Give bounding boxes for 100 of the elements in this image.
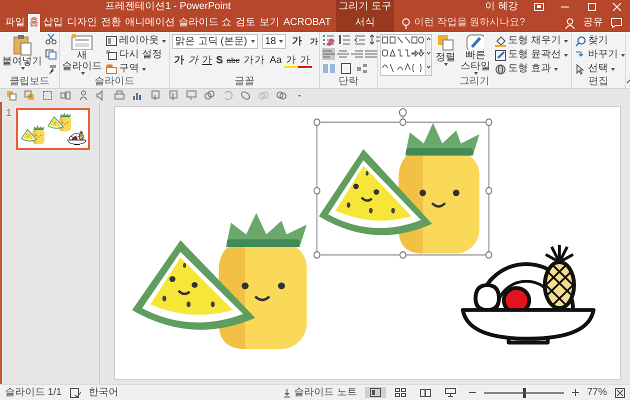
align-icon[interactable] [60, 90, 71, 101]
person-icon [565, 18, 575, 28]
ribbon-tab[interactable]: 서식 [336, 14, 394, 32]
shrink-font-button[interactable]: 가 [308, 34, 320, 49]
quick-styles-button[interactable]: 빠른 스타일 [459, 34, 492, 75]
monitor-icon[interactable] [186, 90, 197, 101]
scissors-icon[interactable] [45, 34, 57, 45]
user-name: 이 혜강 [485, 0, 518, 14]
shape-outline-button[interactable]: 도형 윤곽선 [494, 48, 569, 62]
select-button[interactable]: 선택 [574, 62, 626, 76]
group-label: 그리기 [458, 76, 490, 88]
link-icon[interactable] [276, 90, 287, 101]
ribbon-tab[interactable]: 애니메이션 [124, 14, 176, 32]
font-name-field[interactable]: 맑은 고딕 (본문) [172, 34, 258, 49]
comment-icon[interactable] [611, 18, 622, 28]
send-backward-icon[interactable] [168, 90, 179, 101]
caret-icon [80, 72, 84, 75]
grow-font-button[interactable]: 가 [290, 34, 304, 49]
fit-to-window-icon[interactable] [615, 388, 625, 398]
selection-icon[interactable] [42, 90, 53, 101]
underline-button[interactable]: 가 [200, 53, 214, 68]
smartart-icon[interactable] [356, 63, 368, 74]
slide-count: 슬라이드 1/1 [5, 386, 62, 398]
caret-icon [162, 40, 166, 42]
center-icon[interactable] [336, 48, 349, 60]
shadow-button[interactable]: S [214, 53, 225, 68]
reset-button[interactable]: 다시 설정 [105, 48, 167, 62]
window-title: 프레젠테이션1 - PowerPoint [105, 0, 231, 14]
ribbon-tab[interactable]: 슬라이드 쇼 [178, 14, 232, 32]
link-icon[interactable] [204, 90, 215, 101]
share-button[interactable]: 공유 [583, 17, 603, 29]
pencil-icon [495, 50, 506, 60]
ribbon-tab[interactable]: 디자인 [66, 14, 98, 32]
line-spacing-icon[interactable] [370, 34, 382, 45]
decrease-indent-icon[interactable] [354, 34, 366, 45]
caret-icon [251, 40, 255, 43]
section-button[interactable]: 구역 [105, 62, 167, 76]
normal-view-icon[interactable] [364, 387, 386, 398]
zoom-slider-thumb[interactable] [522, 388, 526, 398]
font-color-button[interactable]: 가 [298, 53, 312, 68]
spelling-check-icon[interactable] [70, 388, 81, 398]
selection-frame[interactable] [313, 108, 492, 259]
context-tab-group-label: 그리기 도구 [336, 0, 394, 14]
arrange-button[interactable]: 정렬 [435, 34, 456, 66]
ribbon-tab[interactable]: 전환 [100, 14, 122, 32]
person-icon[interactable] [78, 90, 89, 101]
bold-button[interactable]: 가 [172, 53, 186, 68]
slide-preview-drawing [20, 125, 44, 144]
reset-icon [106, 50, 117, 60]
section-icon [106, 64, 117, 74]
close-icon[interactable] [612, 3, 622, 11]
oval-icon[interactable] [240, 90, 251, 101]
highlight-button[interactable]: 가 [284, 53, 298, 68]
italic-button[interactable]: 가 [186, 53, 200, 68]
copy-icon[interactable] [45, 49, 57, 60]
layers-icon[interactable] [6, 90, 17, 101]
group-label: 편집 [588, 76, 610, 88]
numbered-list-icon[interactable] [338, 34, 350, 45]
caret-icon [554, 68, 558, 70]
caret-icon [279, 40, 283, 43]
tell-me-field[interactable]: 이런 작업을 원하시나요? [414, 17, 544, 29]
change-case-button[interactable]: Aa [268, 53, 284, 68]
text-direction-icon[interactable] [340, 63, 352, 74]
restore-icon[interactable] [586, 3, 596, 11]
caret-icon [621, 54, 625, 56]
ribbon-tab[interactable]: 검토 [234, 14, 256, 32]
chart-icon[interactable] [132, 90, 143, 101]
shape-fill-button[interactable]: 도형 채우기 [494, 34, 569, 48]
align-left-icon[interactable] [322, 48, 335, 60]
find-button[interactable]: 찾기 [574, 34, 626, 48]
bring-forward-icon[interactable] [150, 90, 161, 101]
ribbon-tab[interactable]: 삽입 [42, 14, 64, 32]
font-size-field[interactable]: 18 [262, 34, 286, 49]
justify-icon[interactable] [364, 48, 377, 60]
slide-thumbnail[interactable] [16, 108, 90, 150]
layers-icon[interactable] [24, 90, 35, 101]
character-spacing-button[interactable]: 가가 [242, 53, 268, 68]
zoom-level[interactable]: 77% [586, 386, 607, 398]
caret-icon [20, 67, 24, 70]
align-right-icon[interactable] [350, 48, 363, 60]
layout-button[interactable]: 레이아웃 [105, 34, 167, 48]
caret-icon [142, 68, 146, 70]
group-label: 글꼴 [234, 76, 256, 88]
language[interactable]: 한국어 [88, 386, 119, 398]
paste-button[interactable]: 붙여넣기 [2, 34, 42, 70]
replace-button[interactable]: 바꾸기 [574, 48, 626, 62]
ribbon-display-icon[interactable] [534, 3, 544, 11]
notes-button[interactable]: 슬라이드 노트 [294, 386, 357, 398]
zoom-out-icon[interactable] [468, 389, 476, 396]
ribbon-tab[interactable]: ACROBAT [282, 14, 332, 32]
ribbon-tab[interactable]: 파일 [4, 14, 26, 32]
ribbon-tab[interactable]: 홈 [28, 14, 40, 32]
caret-icon [564, 54, 568, 56]
printer-icon[interactable] [114, 90, 125, 101]
strikethrough-button[interactable]: abc [224, 53, 242, 68]
new-slide-button[interactable]: 새 슬라이드 [62, 34, 102, 75]
shape-gallery[interactable] [380, 34, 432, 76]
ribbon-tab[interactable]: 보기 [258, 14, 280, 32]
shape-effects-button[interactable]: 도형 효과 [494, 62, 569, 76]
zoom-in-icon[interactable] [572, 389, 579, 396]
